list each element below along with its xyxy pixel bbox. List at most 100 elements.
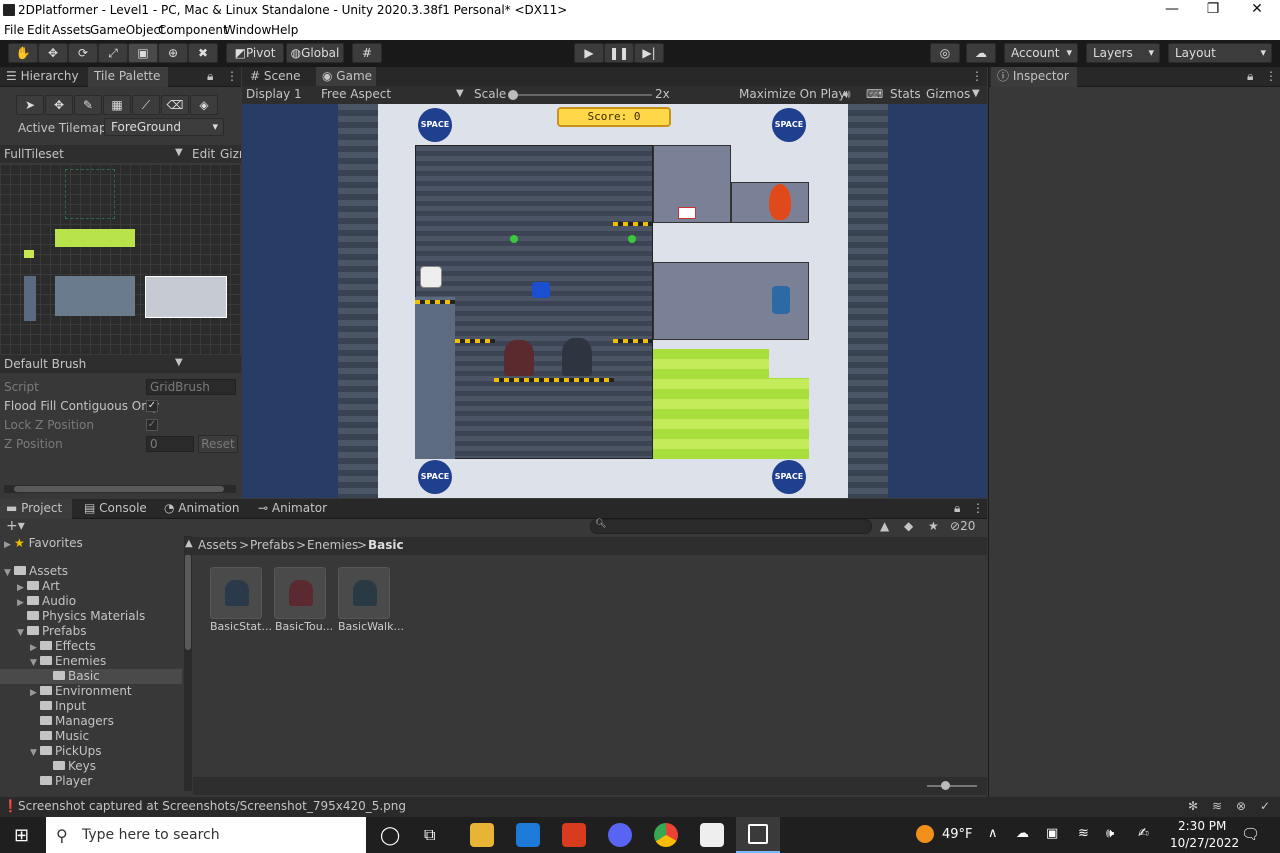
move-tool-icon[interactable]: ✥ [38, 43, 68, 63]
tree-item[interactable]: Basic [0, 669, 182, 684]
reset-button[interactable]: Reset [198, 435, 238, 453]
more-icon[interactable]: ⋮ [971, 69, 983, 83]
chevron-down-icon[interactable]: ▼ [30, 746, 40, 761]
menu-edit[interactable]: Edit [27, 23, 50, 37]
move-tile-icon[interactable]: ✥ [45, 95, 73, 115]
zoom-slider-handle[interactable] [941, 781, 950, 790]
project-search-input[interactable]: 🔍︎ [590, 519, 872, 534]
no-cache-icon[interactable]: ⊗ [1236, 799, 1246, 813]
fill-bucket-icon[interactable]: ◈ [190, 95, 218, 115]
stack-icon[interactable]: ≋ [1212, 799, 1222, 813]
rect-tool-icon[interactable]: ▣ [128, 43, 158, 63]
tile-palette-grid[interactable] [0, 164, 241, 354]
chevron-up-icon[interactable]: ∧ [988, 826, 998, 841]
maximize-on-play-toggle[interactable]: Maximize On Play [739, 87, 846, 101]
collab-icon[interactable]: ◎ [930, 43, 960, 63]
palette-dropdown[interactable]: FullTileset [4, 147, 64, 161]
custom-tool-icon[interactable]: ✖ [188, 43, 218, 63]
hand-tool-icon[interactable]: ✋ [8, 43, 38, 63]
display-dropdown[interactable]: Display 1 [246, 87, 302, 101]
menu-component[interactable]: Component [158, 23, 228, 37]
rotate-tool-icon[interactable]: ⟳ [68, 43, 98, 63]
audio-icon[interactable]: 🔊︎ [843, 87, 851, 102]
aspect-dropdown[interactable]: Free Aspect [321, 87, 391, 101]
clock-date[interactable]: 10/27/2022 [1170, 836, 1239, 850]
status-message[interactable]: Screenshot captured at Screenshots/Scree… [18, 799, 406, 813]
tab-console[interactable]: ▤ Console [78, 499, 153, 519]
pen-icon[interactable]: ✍ [1138, 826, 1149, 841]
play-button[interactable]: ▶ [574, 43, 604, 63]
tree-item[interactable]: ▶ Art [17, 579, 60, 594]
horizontal-scrollbar[interactable] [4, 485, 236, 493]
progress-icon[interactable]: ✓ [1260, 799, 1270, 813]
taskbar-search-input[interactable]: ⚲ Type here to search [46, 817, 366, 853]
game-viewport[interactable]: Score: 0 SPACE SPACE SPACE SPACE [242, 104, 987, 498]
maximize-button[interactable]: ❐ [1198, 1, 1228, 17]
palette-gizmos-button[interactable]: Gizr [220, 147, 241, 161]
tree-item[interactable]: ▼ Assets [4, 564, 68, 579]
box-fill-icon[interactable]: ▦ [103, 95, 131, 115]
eraser-icon[interactable]: ⌫ [161, 95, 189, 115]
grid-snap-icon[interactable]: # [352, 43, 382, 63]
onedrive-icon[interactable]: ☁ [1016, 826, 1029, 841]
menu-file[interactable]: File [4, 23, 24, 37]
palette-edit-button[interactable]: Edit [192, 147, 215, 161]
tree-item[interactable]: ▶ Audio [17, 594, 76, 609]
gizmos-toggle[interactable]: Gizmos [926, 87, 970, 101]
tree-item[interactable]: Physics Materials [17, 609, 145, 624]
clock-time[interactable]: 2:30 PM [1178, 819, 1226, 833]
layers-dropdown[interactable]: Layers [1086, 43, 1160, 63]
brush-dropdown[interactable]: Default Brush [4, 357, 86, 371]
menu-window[interactable]: Window [224, 23, 271, 37]
close-button[interactable]: ✕ [1242, 1, 1272, 17]
account-dropdown[interactable]: Account [1004, 43, 1078, 63]
bug-icon[interactable]: ✻ [1188, 799, 1198, 813]
tree-scrollbar[interactable] [184, 536, 192, 791]
wifi-icon[interactable]: ≋ [1078, 826, 1089, 841]
windows-start-icon[interactable]: ⊞ [14, 825, 29, 846]
tree-scrollbar-thumb[interactable] [185, 554, 191, 650]
prefab-thumbnail[interactable] [210, 567, 262, 619]
chrome-icon[interactable] [654, 823, 678, 847]
filter-type-icon[interactable]: ▲ [880, 519, 889, 533]
favorite-star-icon[interactable]: ★ [928, 519, 939, 533]
tree-item[interactable]: ▼ Prefabs [17, 624, 87, 639]
mail-icon[interactable] [516, 823, 540, 847]
tree-item[interactable]: Keys [43, 759, 96, 774]
tab-animation[interactable]: ◔ Animation [158, 499, 245, 519]
tab-hierarchy[interactable]: ☰ Hierarchy [0, 67, 85, 87]
lock-icon[interactable]: 🔒︎ [1247, 69, 1253, 84]
tree-item[interactable]: ▼ Enemies [30, 654, 106, 669]
transform-tool-icon[interactable]: ⊕ [158, 43, 188, 63]
more-icon[interactable]: ⋮ [226, 69, 238, 83]
more-icon[interactable]: ⋮ [972, 501, 984, 515]
stats-toggle[interactable]: Stats [890, 87, 921, 101]
step-button[interactable]: ▶| [634, 43, 664, 63]
tab-animator[interactable]: ⊸ Animator [252, 499, 333, 519]
tab-project[interactable]: ▬ Project [0, 499, 72, 519]
breadcrumb-enemies[interactable]: Enemies [307, 538, 358, 552]
z-position-field[interactable]: 0 [146, 436, 194, 452]
lock-icon[interactable]: 🔒︎ [207, 69, 213, 84]
lock-z-checkbox[interactable]: ✓ [146, 419, 158, 431]
favorites-item[interactable]: ▶ ★ Favorites [4, 536, 83, 551]
tree-item[interactable]: ▶ Effects [30, 639, 96, 654]
scale-tool-icon[interactable]: ⤢ [98, 43, 128, 63]
tab-tile-palette[interactable]: Tile Palette [88, 67, 168, 87]
file-explorer-icon[interactable] [470, 823, 494, 847]
tab-inspector[interactable]: ⓘ Inspector [991, 67, 1077, 87]
scale-slider[interactable] [512, 94, 652, 96]
unity-hub-icon[interactable] [700, 823, 724, 847]
breadcrumb-basic[interactable]: Basic [368, 538, 404, 552]
chevron-down-icon[interactable]: ▼ [17, 626, 27, 641]
breadcrumb-assets[interactable]: Assets [198, 538, 237, 552]
create-plus-icon[interactable]: +▾ [6, 518, 25, 534]
prefab-thumbnail[interactable] [338, 567, 390, 619]
scale-slider-handle[interactable] [508, 90, 518, 100]
zoom-slider[interactable] [927, 785, 977, 787]
breadcrumb-prefabs[interactable]: Prefabs [250, 538, 295, 552]
collapse-icon[interactable]: ▲ [185, 538, 193, 549]
filter-label-icon[interactable]: ◆ [904, 519, 913, 533]
lock-icon[interactable]: 🔒︎ [954, 501, 960, 516]
chevron-down-icon[interactable]: ▼ [4, 566, 14, 581]
